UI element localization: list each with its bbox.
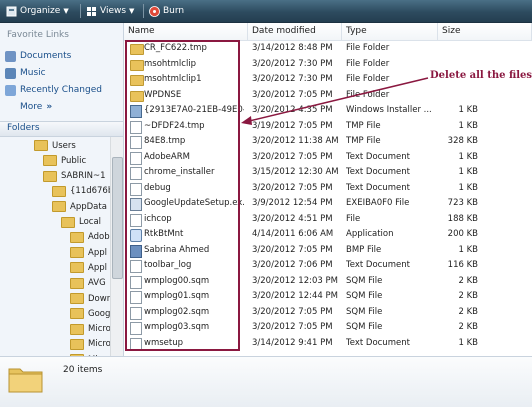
item-count: 20 items: [63, 365, 103, 375]
annotation-label: Delete all the files: [430, 70, 532, 81]
folder-icon: [8, 368, 43, 393]
details-pane: 20 items: [0, 356, 532, 407]
annotation-arrow-icon: [241, 77, 429, 125]
